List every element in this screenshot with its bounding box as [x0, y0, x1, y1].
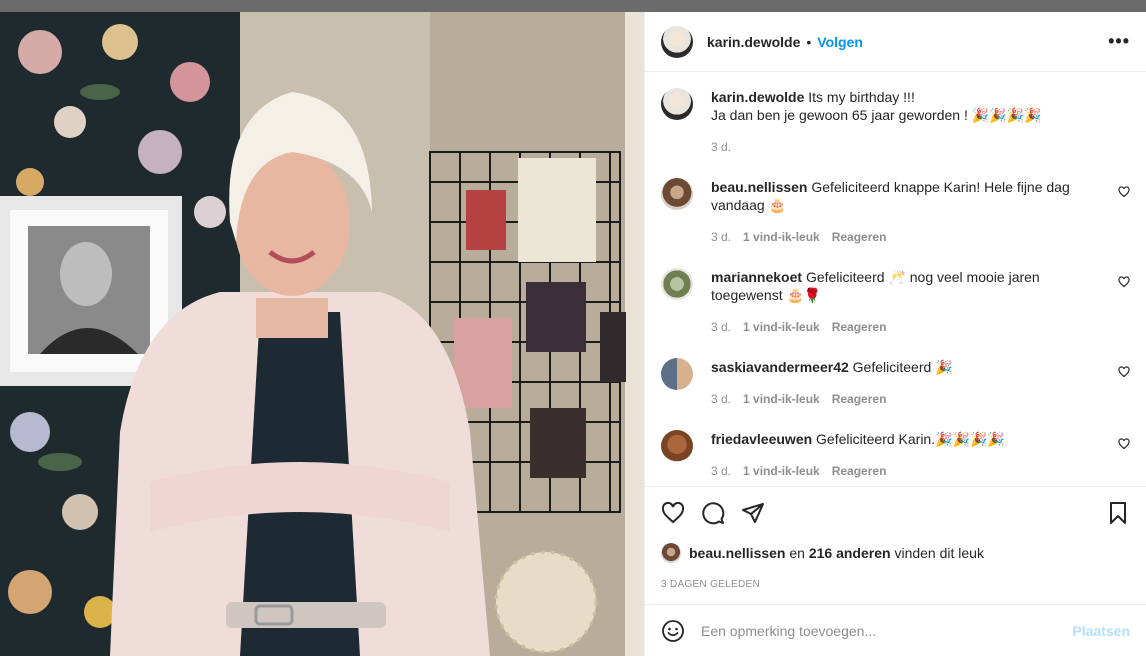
like-comment-heart-icon[interactable]	[1118, 186, 1130, 198]
action-icons	[661, 495, 1130, 531]
comments-list[interactable]: karin.dewolde Its my birthday !!! Ja dan…	[645, 72, 1146, 486]
like-heart-icon[interactable]	[661, 501, 685, 525]
comment-like-count[interactable]: 1 vind-ik-leuk	[743, 462, 820, 480]
like-comment-heart-icon[interactable]	[1118, 366, 1130, 378]
comment-time[interactable]: 3 d.	[711, 462, 731, 480]
background-strip	[0, 0, 1146, 12]
comment-item: beau.nellissen Gefeliciteerd knappe Kari…	[661, 178, 1130, 268]
caption-meta: 3 d.	[711, 138, 1106, 156]
caption-username[interactable]: karin.dewolde	[711, 89, 804, 105]
author-username[interactable]: karin.dewolde	[707, 34, 800, 50]
caption-line2: Ja dan ben je gewoon 65 jaar geworden ! …	[711, 107, 1042, 123]
comment-time[interactable]: 3 d.	[711, 318, 731, 336]
comment-username[interactable]: beau.nellissen	[711, 179, 807, 195]
post-side-panel: karin.dewolde • Volgen ••• karin.dewolde…	[644, 12, 1146, 656]
reply-button[interactable]: Reageren	[832, 318, 887, 336]
comment-time[interactable]: 3 d.	[711, 228, 731, 246]
comment-item: mariannekoet Gefeliciteerd 🥂 nog veel mo…	[661, 268, 1130, 358]
post-timestamp[interactable]: 3 DAGEN GELEDEN	[661, 579, 1130, 590]
commenter-avatar[interactable]	[661, 178, 693, 210]
likes-suffix: vinden dit leuk	[894, 545, 984, 561]
commenter-avatar[interactable]	[661, 268, 693, 300]
comment-item: friedavleeuwen Gefeliciteerd Karin.🎉🎉🎉🎉 …	[661, 430, 1130, 486]
reply-button[interactable]: Reageren	[832, 462, 887, 480]
commenter-avatar[interactable]	[661, 358, 693, 390]
caption: karin.dewolde Its my birthday !!! Ja dan…	[661, 88, 1130, 178]
like-comment-heart-icon[interactable]	[1118, 438, 1130, 450]
post-modal: karin.dewolde • Volgen ••• karin.dewolde…	[0, 12, 1146, 656]
comment-meta: 3 d. 1 vind-ik-leuk Reageren	[711, 318, 1106, 336]
comment-time[interactable]: 3 d.	[711, 390, 731, 408]
post-actions: beau.nellissen en 216 anderen vinden dit…	[645, 486, 1146, 604]
more-options-icon[interactable]: •••	[1108, 31, 1130, 52]
comment-input[interactable]	[701, 622, 1073, 639]
comment-like-count[interactable]: 1 vind-ik-leuk	[743, 390, 820, 408]
add-comment-bar: Plaatsen	[645, 604, 1146, 656]
comment-meta: 3 d. 1 vind-ik-leuk Reageren	[711, 462, 1106, 480]
reply-button[interactable]: Reageren	[832, 228, 887, 246]
liker-avatar[interactable]	[661, 543, 681, 563]
photo-illustration	[0, 12, 644, 656]
comment-username[interactable]: friedavleeuwen	[711, 431, 812, 447]
separator-dot: •	[806, 33, 812, 50]
comment-body: beau.nellissen Gefeliciteerd knappe Kari…	[711, 178, 1130, 246]
likes-others-link[interactable]: 216 anderen	[809, 545, 891, 561]
comment-item: saskiavandermeer42 Gefeliciteerd 🎉 3 d. …	[661, 358, 1130, 430]
caption-time[interactable]: 3 d.	[711, 138, 731, 156]
post-photo[interactable]	[0, 12, 644, 656]
author-avatar[interactable]	[661, 25, 693, 58]
likes-summary: beau.nellissen en 216 anderen vinden dit…	[661, 543, 1130, 563]
commenter-avatar[interactable]	[661, 430, 693, 462]
comment-meta: 3 d. 1 vind-ik-leuk Reageren	[711, 228, 1106, 246]
post-comment-button[interactable]: Plaatsen	[1072, 623, 1130, 639]
reply-button[interactable]: Reageren	[832, 390, 887, 408]
comment-body: friedavleeuwen Gefeliciteerd Karin.🎉🎉🎉🎉 …	[711, 430, 1130, 480]
comment-bubble-icon[interactable]	[701, 501, 725, 525]
post-header: karin.dewolde • Volgen •••	[645, 12, 1146, 72]
share-send-icon[interactable]	[741, 501, 765, 525]
comment-body: mariannekoet Gefeliciteerd 🥂 nog veel mo…	[711, 268, 1130, 336]
comment-like-count[interactable]: 1 vind-ik-leuk	[743, 228, 820, 246]
comment-text: Gefeliciteerd Karin.🎉🎉🎉🎉	[816, 431, 1005, 447]
follow-button[interactable]: Volgen	[817, 34, 863, 50]
liker-username[interactable]: beau.nellissen	[689, 545, 785, 561]
emoji-smiley-icon[interactable]	[661, 619, 685, 643]
comment-username[interactable]: mariannekoet	[711, 269, 802, 285]
comment-meta: 3 d. 1 vind-ik-leuk Reageren	[711, 390, 1106, 408]
caption-line1: Its my birthday !!!	[808, 89, 915, 105]
comment-username[interactable]: saskiavandermeer42	[711, 359, 849, 375]
save-bookmark-icon[interactable]	[1106, 501, 1130, 525]
likes-connector: en	[789, 545, 805, 561]
caption-avatar[interactable]	[661, 88, 693, 120]
comment-text: Gefeliciteerd 🎉	[852, 359, 953, 375]
like-comment-heart-icon[interactable]	[1118, 276, 1130, 288]
comment-body: saskiavandermeer42 Gefeliciteerd 🎉 3 d. …	[711, 358, 1130, 408]
comment-like-count[interactable]: 1 vind-ik-leuk	[743, 318, 820, 336]
caption-body: karin.dewolde Its my birthday !!! Ja dan…	[711, 88, 1130, 156]
